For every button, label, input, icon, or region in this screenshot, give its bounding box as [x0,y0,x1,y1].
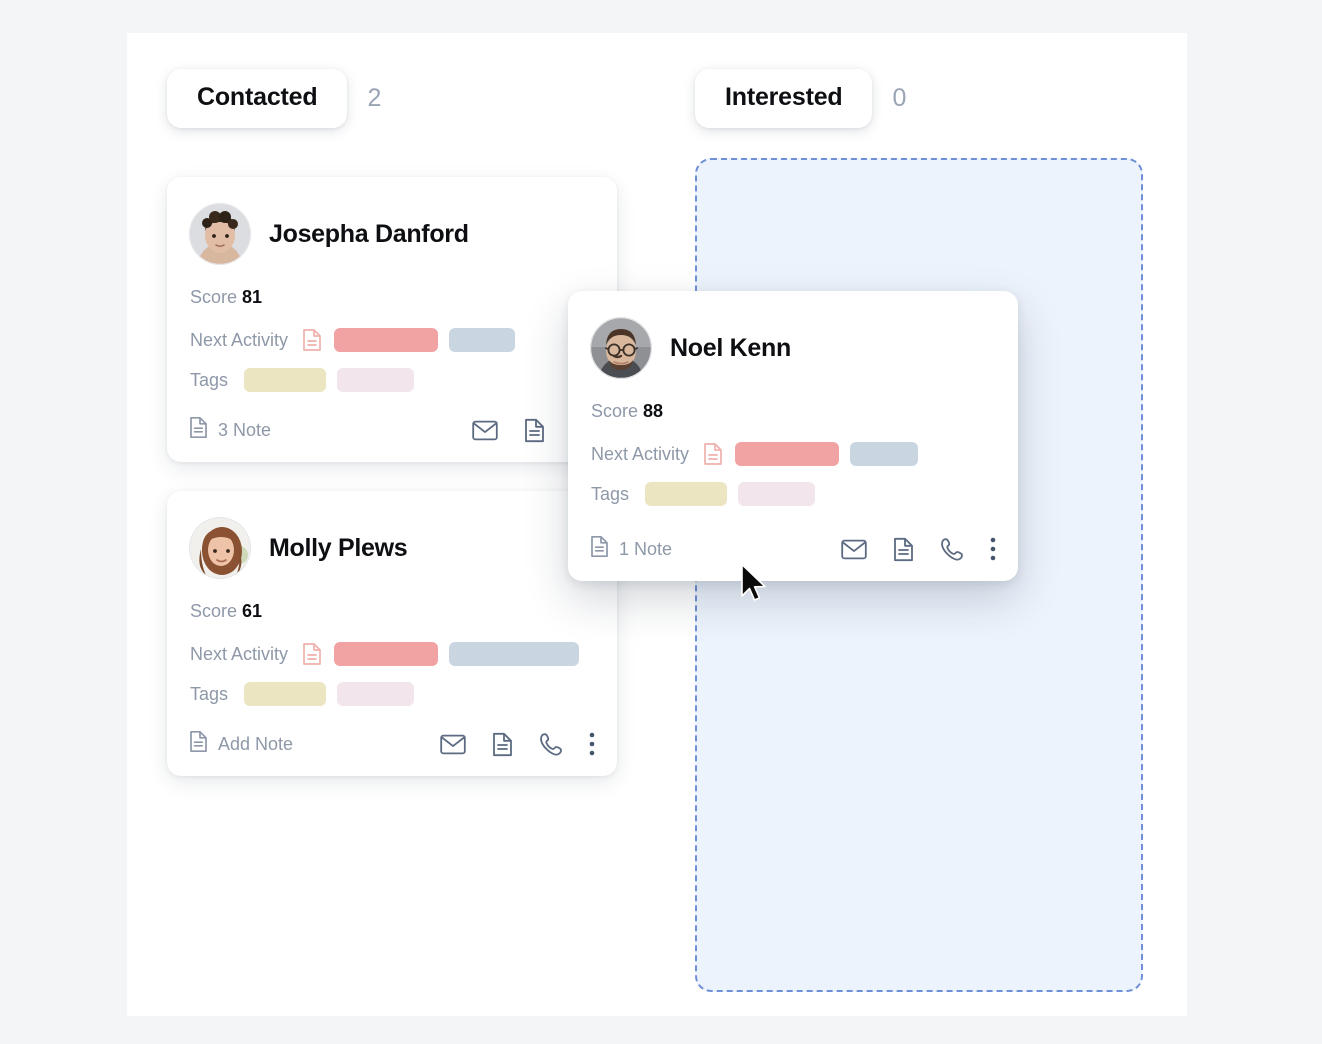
next-activity-row: Next Activity [190,642,593,666]
note-link[interactable]: Add Note [189,730,293,758]
score-label: Score [190,601,238,621]
lead-name: Josepha Danford [269,219,469,248]
score-label: Score [591,401,639,421]
note-icon [590,535,609,563]
activity-bar-secondary [850,442,919,466]
card-actions [841,537,996,562]
avatar-molly-plews [189,517,251,579]
next-activity-label: Next Activity [190,643,289,664]
lead-card-noel-kenn[interactable]: Noel Kenn Score 88 Next Activity Tags 1 … [568,291,1018,581]
card-footer: 1 Note [590,535,996,563]
score-row: Score 81 [190,287,593,308]
email-icon[interactable] [841,539,867,560]
email-icon[interactable] [440,734,466,755]
lead-name: Noel Kenn [670,333,791,362]
note-link[interactable]: 3 Note [189,416,271,444]
more-vertical-icon[interactable] [589,732,595,756]
score-label: Score [190,287,238,307]
column-title-interested[interactable]: Interested [695,68,873,128]
note-link[interactable]: 1 Note [590,535,672,563]
activity-document-icon [302,642,322,666]
tags-label: Tags [591,483,630,504]
phone-icon[interactable] [940,537,964,562]
document-icon[interactable] [492,732,513,757]
avatar-josepha-danford [189,203,251,265]
next-activity-label: Next Activity [190,329,289,350]
card-footer: 3 Note [189,416,595,444]
tag-bar-primary [244,368,327,392]
activity-bar-secondary [449,642,580,666]
tag-bar-secondary [738,482,816,506]
column-header-contacted: Contacted 2 [167,33,637,133]
score-value: 61 [242,601,263,621]
next-activity-row: Next Activity [190,328,593,352]
phone-icon[interactable] [539,732,563,757]
tags-row: Tags [591,482,994,506]
activity-document-icon [703,442,723,466]
column-count-contacted: 2 [367,83,382,112]
column-header-interested: Interested 0 [695,33,1165,133]
tags-label: Tags [190,369,229,390]
note-label: 3 Note [218,419,272,440]
score-value: 81 [242,287,263,307]
score-value: 88 [643,401,664,421]
kanban-board-panel: Contacted 2 Interested 0 Josepha Danford… [127,33,1187,1016]
card-header: Molly Plews [189,517,593,579]
tags-row: Tags [190,368,593,392]
email-icon[interactable] [472,420,498,441]
avatar-noel-kenn [590,317,652,379]
activity-document-icon [302,328,322,352]
document-icon[interactable] [893,537,914,562]
kanban-column-interested: Interested 0 [695,33,1165,133]
kanban-column-contacted: Contacted 2 [167,33,637,133]
next-activity-row: Next Activity [591,442,994,466]
card-header: Noel Kenn [590,317,994,379]
column-count-interested: 0 [892,83,907,112]
activity-bar-primary [735,442,840,466]
note-label: Add Note [218,733,294,754]
tag-bar-secondary [337,682,415,706]
card-header: Josepha Danford [189,203,593,265]
lead-name: Molly Plews [269,533,408,562]
note-icon [189,730,208,758]
column-title-contacted[interactable]: Contacted [167,68,348,128]
tags-row: Tags [190,682,593,706]
more-vertical-icon[interactable] [990,537,996,561]
note-icon [189,416,208,444]
tag-bar-secondary [337,368,415,392]
score-row: Score 88 [591,401,994,422]
card-footer: Add Note [189,730,595,758]
score-row: Score 61 [190,601,593,622]
next-activity-label: Next Activity [591,443,690,464]
tag-bar-primary [645,482,728,506]
activity-bar-primary [334,642,439,666]
tag-bar-primary [244,682,327,706]
activity-bar-secondary [449,328,516,352]
lead-card-molly-plews[interactable]: Molly Plews Score 61 Next Activity Tags [167,491,617,776]
card-actions [440,732,595,757]
document-icon[interactable] [524,418,545,443]
lead-card-josepha-danford[interactable]: Josepha Danford Score 81 Next Activity T… [167,177,617,462]
tags-label: Tags [190,683,229,704]
activity-bar-primary [334,328,439,352]
note-label: 1 Note [619,538,673,559]
